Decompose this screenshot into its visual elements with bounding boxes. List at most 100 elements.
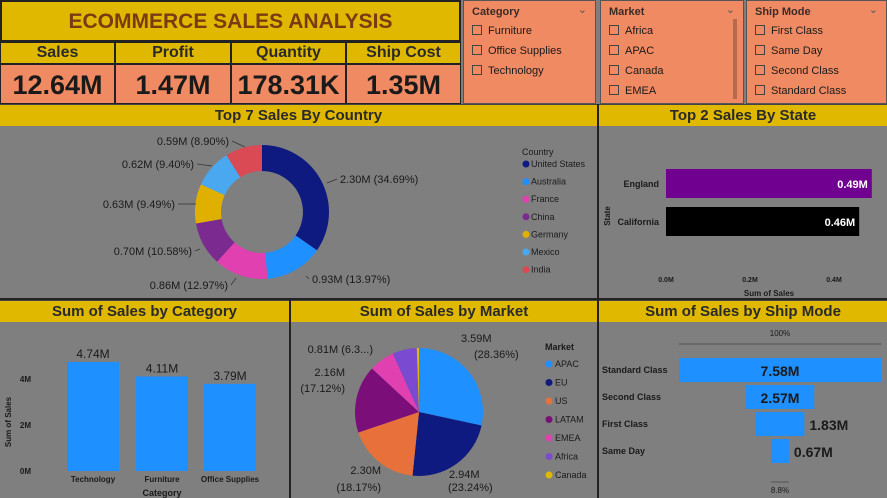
bar <box>204 383 256 471</box>
market-slicer-title: Market <box>609 6 645 18</box>
legend-marker <box>545 379 553 386</box>
legend-marker <box>545 360 553 368</box>
market-legend-title: Market <box>545 342 574 352</box>
data-label: 3.79M <box>213 369 246 383</box>
legend-marker <box>545 453 553 460</box>
checkbox-icon[interactable] <box>472 25 482 35</box>
data-label: 0.59M (8.90%) <box>157 136 229 148</box>
market-slicer[interactable]: Market ⌄ Africa APAC Canada EMEA <box>600 0 744 104</box>
category-label: California <box>617 217 660 227</box>
slicer-option-office-supplies[interactable]: Office Supplies <box>472 45 562 57</box>
panel-divider <box>0 298 887 300</box>
slicer-option-first-class[interactable]: First Class <box>755 25 823 37</box>
shipmode-funnel-chart: 100% 8.8% Standard Class 7.58M Second Clas… <box>602 329 881 495</box>
legend-marker <box>522 160 530 168</box>
data-label: 2.94M <box>449 469 480 481</box>
category-bar-chart: Sum of Sales Category 4.74M Technology 4.1… <box>4 347 260 498</box>
leader-line <box>231 140 246 148</box>
slicer-option-furniture[interactable]: Furniture <box>472 25 532 37</box>
legend-entry: LATAM <box>555 415 584 425</box>
state-y-axis-title: State <box>603 206 612 226</box>
data-label: 1.83M <box>809 417 848 433</box>
legend-marker <box>522 230 530 238</box>
legend-entry: EMEA <box>555 433 581 443</box>
kpi-sales-value: 12.64M <box>0 64 115 104</box>
data-label: (23.24%) <box>448 482 493 494</box>
legend-entry: Mexico <box>531 247 560 257</box>
data-label: (17.12%) <box>300 383 345 395</box>
slicer-option-canada[interactable]: Canada <box>609 65 664 77</box>
category-label: England <box>624 179 660 189</box>
kpi-sales-label: Sales <box>0 42 115 64</box>
checkbox-icon[interactable] <box>472 65 482 75</box>
checkbox-icon[interactable] <box>755 85 765 95</box>
legend-marker <box>522 266 530 274</box>
checkbox-icon[interactable] <box>755 25 765 35</box>
shipmode-chart-title: Sum of Sales by Ship Mode <box>599 300 887 322</box>
country-donut-chart: Country 2.30M (34.69%) United States 0.93M… <box>103 136 586 292</box>
ship-mode-slicer-title: Ship Mode <box>755 6 811 18</box>
data-label: 2.16M <box>314 367 345 379</box>
legend-entry: Australia <box>531 177 566 187</box>
data-label: 0.62M (9.40%) <box>122 159 194 171</box>
slicer-option-apac[interactable]: APAC <box>609 45 654 57</box>
checkbox-icon[interactable] <box>609 25 619 35</box>
kpi-profit-label: Profit <box>115 42 231 64</box>
leader-line <box>326 178 338 184</box>
legend-marker <box>522 248 530 256</box>
data-label: (18.17%) <box>336 482 381 494</box>
market-slicer-scrollbar[interactable] <box>733 19 737 99</box>
slicer-option-same-day[interactable]: Same Day <box>755 45 822 57</box>
slicer-option-standard-class[interactable]: Standard Class <box>755 85 846 97</box>
category-label: Office Supplies <box>201 475 260 484</box>
category-x-axis-title: Category <box>142 488 181 498</box>
kpi-quantity-label: Quantity <box>231 42 346 64</box>
category-label: Furniture <box>144 475 180 484</box>
funnel-bottom-label: 8.8% <box>771 486 789 495</box>
chevron-down-icon[interactable]: ⌄ <box>578 3 587 16</box>
checkbox-icon[interactable] <box>609 85 619 95</box>
legend-marker <box>545 434 553 442</box>
leader-line <box>194 248 201 252</box>
ship-mode-slicer[interactable]: Ship Mode ⌄ First Class Same Day Second … <box>746 0 887 104</box>
data-label: 0.67M <box>794 444 833 460</box>
chevron-down-icon[interactable]: ⌄ <box>726 3 735 16</box>
legend-entry: France <box>531 194 559 204</box>
legend-entry: APAC <box>555 359 579 369</box>
data-label: 0.93M (13.97%) <box>312 274 390 286</box>
data-label: (28.36%) <box>474 349 519 361</box>
slicer-option-africa[interactable]: Africa <box>609 25 653 37</box>
slicer-option-emea[interactable]: EMEA <box>609 85 656 97</box>
funnel-top-label: 100% <box>770 329 790 338</box>
legend-entry: India <box>531 265 551 275</box>
country-legend-title: Country <box>522 147 554 157</box>
tick-label: 0.0M <box>658 277 674 284</box>
tick-label: 4M <box>20 375 31 384</box>
kpi-quantity-value: 178.31K <box>231 64 346 104</box>
legend-marker <box>522 178 530 186</box>
checkbox-icon[interactable] <box>609 65 619 75</box>
category-label: Same Day <box>602 446 645 456</box>
bar <box>136 376 188 471</box>
checkbox-icon[interactable] <box>472 45 482 55</box>
market-pie-chart: Market 3.59M (28.36%) APAC 2.94M(23.24%) EU 2… <box>300 333 586 494</box>
chevron-down-icon[interactable]: ⌄ <box>869 3 878 16</box>
data-label: 7.58M <box>761 363 800 379</box>
category-slicer[interactable]: Category ⌄ Furniture Office Supplies Tec… <box>463 0 596 104</box>
data-label: 4.11M <box>146 361 178 375</box>
checkbox-icon[interactable] <box>755 45 765 55</box>
bar <box>67 361 119 471</box>
category-y-axis-title: Sum of Sales <box>4 396 13 447</box>
slicer-option-second-class[interactable]: Second Class <box>755 65 839 77</box>
market-chart-title: Sum of Sales by Market <box>291 300 597 322</box>
checkbox-icon[interactable] <box>609 45 619 55</box>
funnel-bar <box>755 412 805 436</box>
tick-label: 0.4M <box>826 277 842 284</box>
kpi-shipcost-label: Ship Cost <box>346 42 461 64</box>
state-chart-title: Top 2 Sales By State <box>599 104 887 126</box>
category-label: Technology <box>71 475 116 484</box>
data-label: 0.49M <box>837 179 868 191</box>
slicer-option-technology[interactable]: Technology <box>472 65 544 77</box>
checkbox-icon[interactable] <box>755 65 765 75</box>
dashboard-title: ECOMMERCE SALES ANALYSIS <box>68 10 393 33</box>
